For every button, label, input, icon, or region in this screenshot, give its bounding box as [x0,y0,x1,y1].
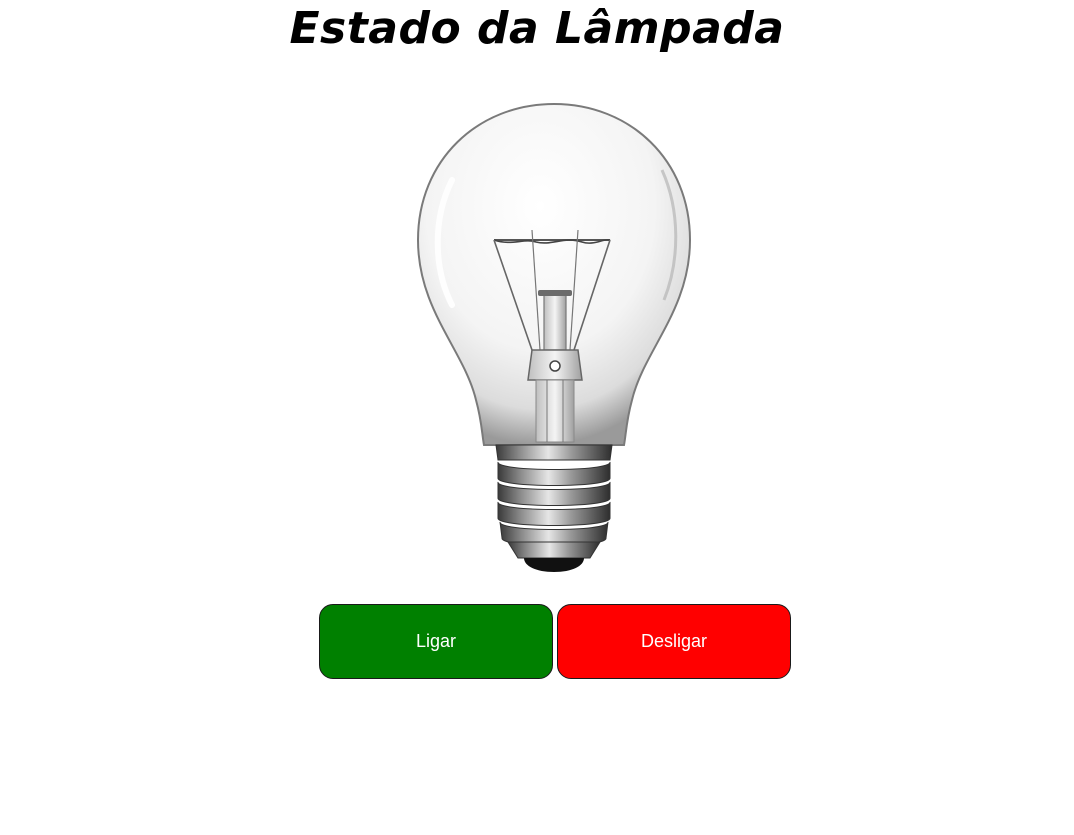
light-bulb-icon [416,102,692,572]
turn-off-button[interactable]: Desligar [557,604,791,679]
turn-on-button[interactable]: Ligar [319,604,553,679]
lamp-controls: Ligar Desligar [319,604,791,679]
page-title: Estado da Lâmpada [289,3,785,54]
light-bulb-image [412,100,696,576]
page: Estado da Lâmpada Ligar Desligar [0,0,1074,835]
